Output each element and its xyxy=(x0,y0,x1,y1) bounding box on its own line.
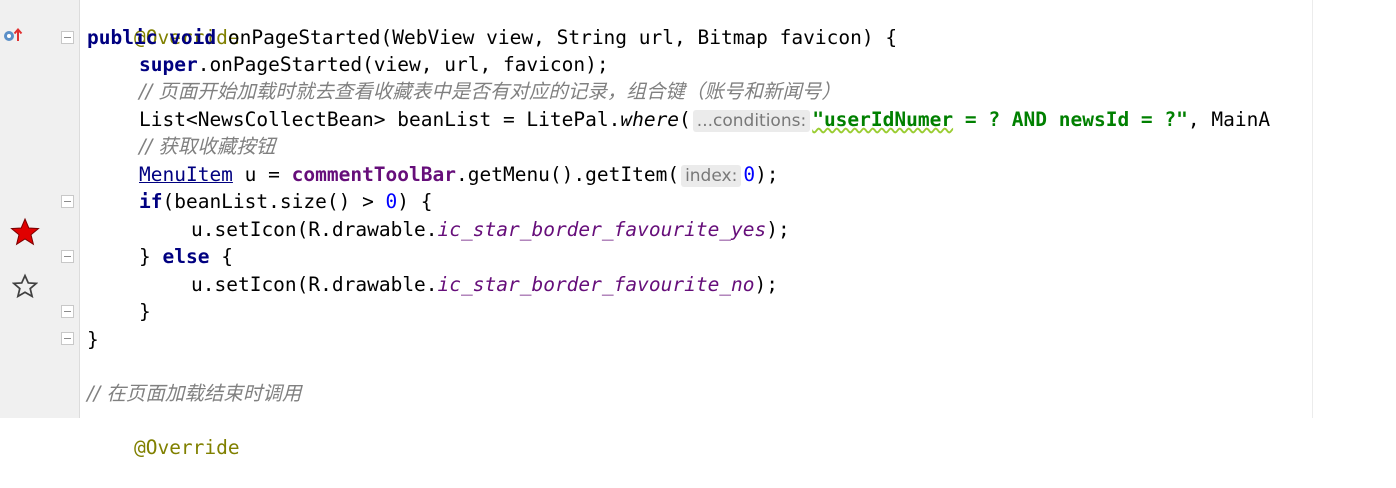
code-text: (beanList.size() > xyxy=(162,190,386,213)
code-line[interactable]: u.setIcon(R.drawable.ic_star_border_favo… xyxy=(191,216,790,243)
fold-toggle[interactable] xyxy=(61,305,74,318)
code-line[interactable]: List<NewsCollectBean> beanList = LitePal… xyxy=(139,106,1270,133)
class-reference-link[interactable]: MenuItem xyxy=(139,163,233,186)
code-line[interactable]: } xyxy=(139,298,151,325)
code-line[interactable]: } else { xyxy=(139,243,233,270)
resource-field: ic_star_border_favourite_no xyxy=(437,273,755,296)
code-text: List<NewsCollectBean> beanList = LitePal… xyxy=(139,108,621,131)
code-text: u.setIcon(R.drawable. xyxy=(191,218,438,241)
code-text: { xyxy=(209,245,233,268)
keyword: public void xyxy=(87,26,217,49)
fold-toggle[interactable] xyxy=(61,250,74,263)
code-line[interactable]: if(beanList.size() > 0) { xyxy=(139,188,433,215)
star-outline-icon[interactable] xyxy=(12,273,38,299)
number-literal: 0 xyxy=(385,190,398,213)
code-text: ); xyxy=(755,163,779,186)
fold-toggle[interactable] xyxy=(61,195,74,208)
parameter-hint: ...conditions: xyxy=(692,110,811,132)
code-line[interactable]: public void onPageStarted(WebView view, … xyxy=(87,24,897,51)
code-line[interactable]: } xyxy=(87,326,99,353)
field-reference: commentToolBar xyxy=(291,163,456,186)
code-text: ) { xyxy=(397,190,433,213)
number-literal: 0 xyxy=(743,163,756,186)
string-literal-rest: = ? AND newsId = ?" xyxy=(953,108,1188,131)
code-comment: // 页面开始加载时就去查看收藏表中是否有对应的记录，组合键（账号和新闻号） xyxy=(139,80,841,103)
code-line[interactable]: super.onPageStarted(view, url, favicon); xyxy=(139,51,609,78)
keyword: if xyxy=(139,190,163,213)
code-text: .getMenu().getItem( xyxy=(456,163,680,186)
fold-toggle[interactable] xyxy=(61,31,74,44)
keyword: super xyxy=(139,53,198,76)
resource-field: ic_star_border_favourite_yes xyxy=(437,218,767,241)
closing-brace: } xyxy=(139,300,151,323)
closing-brace: } xyxy=(87,328,99,351)
editor-gutter xyxy=(0,0,80,418)
fold-toggle[interactable] xyxy=(61,332,74,345)
right-margin-guide xyxy=(1312,0,1313,418)
annotation: @Override xyxy=(133,436,240,459)
code-text: ); xyxy=(766,218,790,241)
code-text: u = xyxy=(232,163,292,186)
static-method: where xyxy=(620,108,680,131)
code-line[interactable]: @Override xyxy=(87,407,240,459)
code-text: .onPageStarted(view, url, favicon); xyxy=(197,53,609,76)
code-comment: // 在页面加载结束时调用 xyxy=(87,382,302,405)
code-line[interactable]: @Override xyxy=(87,0,240,49)
code-text: ); xyxy=(754,273,779,296)
code-editor[interactable]: @Override public void onPageStarted(WebV… xyxy=(80,0,1396,459)
override-method-icon[interactable] xyxy=(2,26,24,46)
string-literal: "userIdNumer = ? AND newsId = ?" xyxy=(812,108,1188,131)
parameter-hint: index: xyxy=(681,165,742,187)
code-text: , MainA xyxy=(1187,108,1271,131)
code-text: onPageStarted(WebView view, String url, … xyxy=(216,26,898,49)
code-text: ( xyxy=(679,108,691,131)
code-text: } xyxy=(139,245,163,268)
code-line[interactable]: u.setIcon(R.drawable.ic_star_border_favo… xyxy=(191,271,778,298)
code-text: u.setIcon(R.drawable. xyxy=(191,273,438,296)
star-filled-icon[interactable] xyxy=(10,217,40,247)
code-line[interactable]: MenuItem u = commentToolBar.getMenu().ge… xyxy=(139,161,779,188)
typo-warning[interactable]: "userIdNumer xyxy=(812,108,953,131)
keyword: else xyxy=(162,245,210,268)
code-comment: // 获取收藏按钮 xyxy=(139,135,276,158)
